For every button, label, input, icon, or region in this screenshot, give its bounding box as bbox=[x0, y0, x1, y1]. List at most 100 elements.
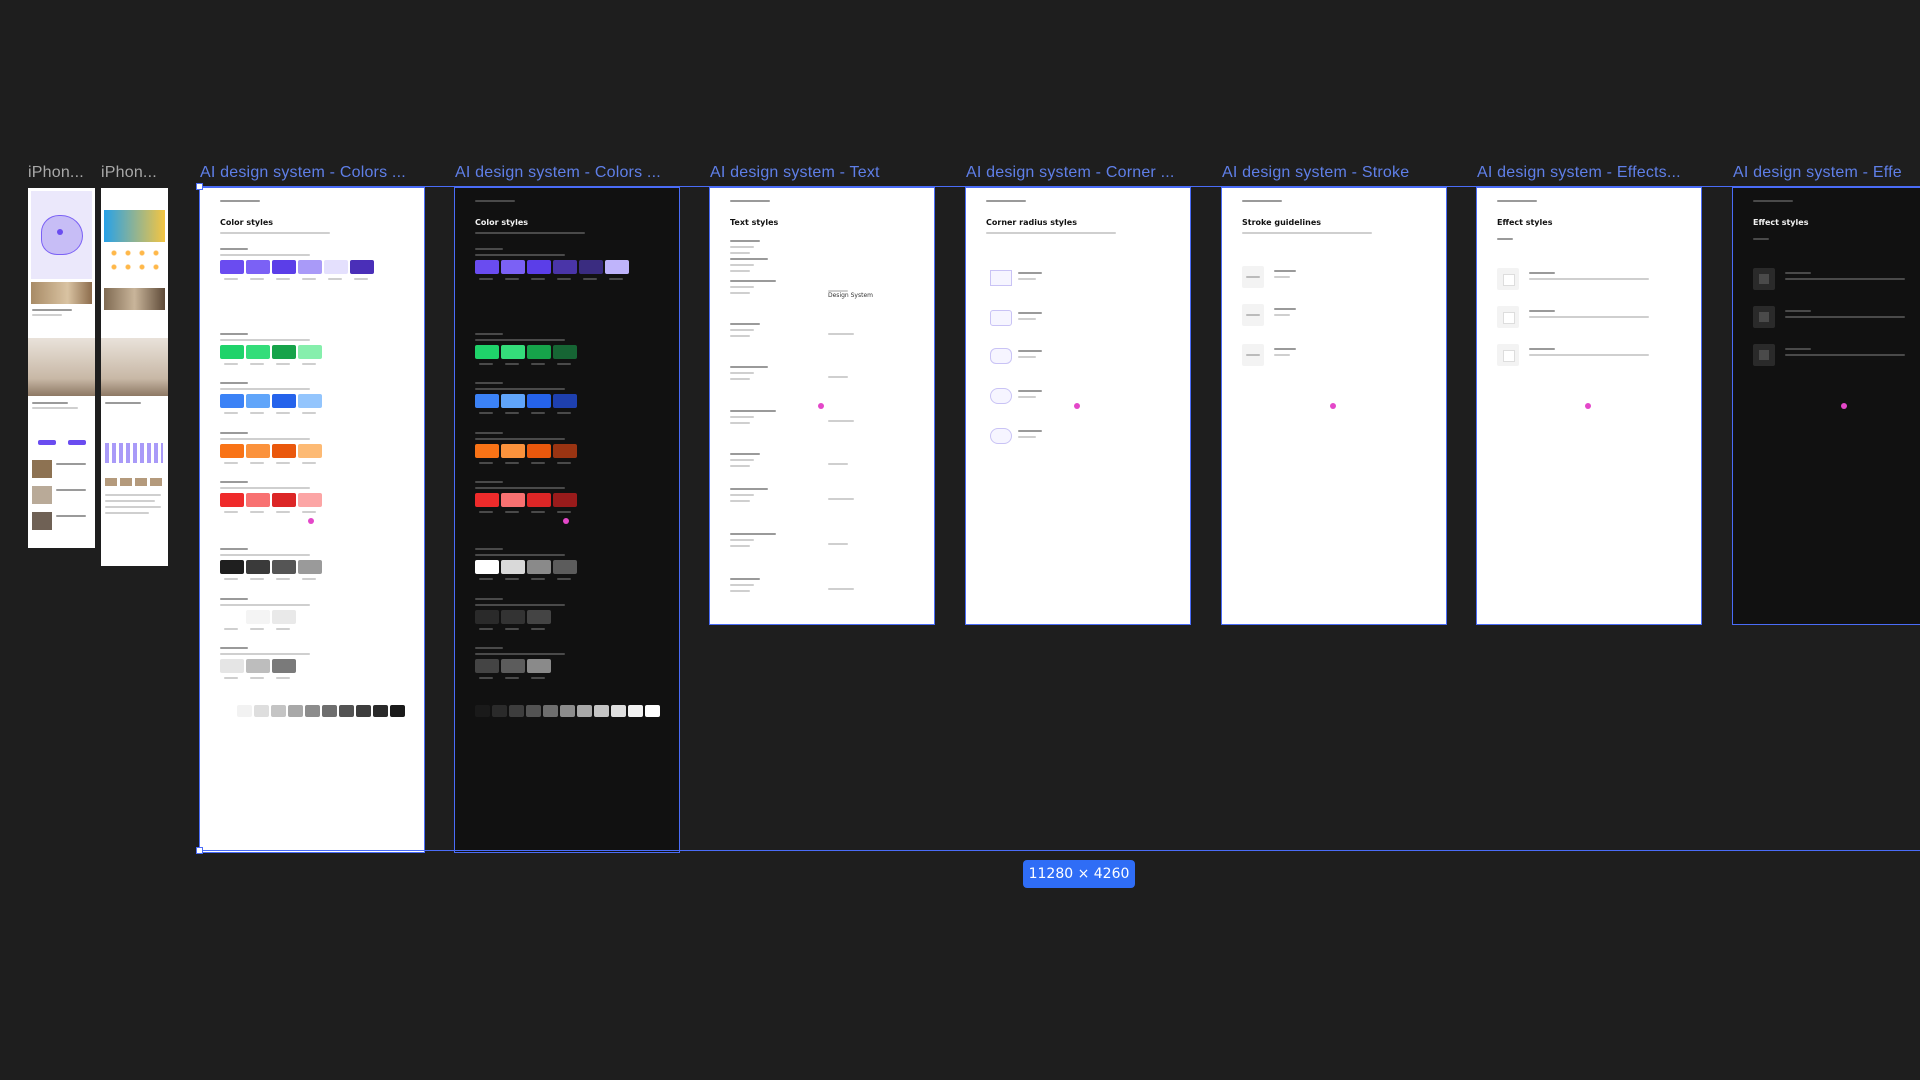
frame-text[interactable]: Text styles Design System bbox=[709, 187, 935, 625]
text-style-sample bbox=[828, 333, 854, 335]
text-style-spec bbox=[730, 459, 754, 461]
color-swatch bbox=[553, 345, 577, 359]
text-style-sample bbox=[828, 376, 848, 378]
group-label bbox=[475, 598, 503, 600]
group-desc bbox=[475, 653, 565, 655]
pink-marker bbox=[1585, 403, 1591, 409]
property-photo bbox=[104, 288, 165, 310]
color-swatch bbox=[475, 260, 499, 274]
swatch-label bbox=[557, 578, 571, 580]
effect-style-spec bbox=[1785, 278, 1905, 280]
corner-radius-icon bbox=[990, 310, 1012, 326]
frame-effects-dark[interactable]: Effect styles bbox=[1732, 187, 1920, 625]
swatch-label bbox=[505, 278, 519, 280]
effect-preview-box bbox=[1753, 268, 1775, 290]
color-swatch bbox=[246, 493, 270, 507]
corner-style-desc bbox=[1018, 396, 1036, 398]
group-desc bbox=[475, 554, 565, 556]
text-style-spec bbox=[730, 372, 754, 374]
gray-scale-swatch bbox=[288, 705, 303, 717]
resize-handle[interactable] bbox=[196, 847, 203, 854]
map-thumbnail bbox=[31, 191, 92, 279]
text-style-name bbox=[730, 533, 776, 535]
frame-header-text bbox=[220, 200, 260, 202]
swatch-label bbox=[505, 628, 519, 630]
effect-style-spec bbox=[1785, 354, 1905, 356]
color-swatch bbox=[475, 610, 499, 624]
stroke-style-desc bbox=[1274, 276, 1290, 278]
iphone-frame-2[interactable] bbox=[101, 188, 168, 566]
stroke-line bbox=[1246, 276, 1260, 278]
frame-label-iphone-1[interactable]: iPhon... bbox=[28, 164, 90, 182]
group-label bbox=[220, 333, 248, 335]
text-style-name bbox=[730, 366, 768, 368]
frame-colors-dark[interactable]: Color styles bbox=[454, 187, 680, 853]
color-swatch bbox=[272, 260, 296, 274]
swatch-label bbox=[531, 578, 545, 580]
color-swatch bbox=[605, 260, 629, 274]
frame-title: Text styles bbox=[730, 218, 779, 227]
pill-button[interactable] bbox=[38, 440, 56, 445]
pink-marker bbox=[1330, 403, 1336, 409]
group-label bbox=[475, 548, 503, 550]
color-swatch bbox=[527, 610, 551, 624]
frame-stroke[interactable]: Stroke guidelines bbox=[1221, 187, 1447, 625]
color-swatch bbox=[246, 560, 270, 574]
photo-strip bbox=[105, 478, 163, 486]
property-photo bbox=[31, 282, 92, 304]
frame-colors-light[interactable]: Color styles bbox=[199, 187, 425, 853]
text-style-spec bbox=[730, 378, 750, 380]
pill-button[interactable] bbox=[68, 440, 86, 445]
swatch-label bbox=[505, 677, 519, 679]
frame-label-text[interactable]: AI design system - Text bbox=[710, 164, 935, 182]
gray-scale-swatch bbox=[611, 705, 626, 717]
text-style-sample bbox=[828, 543, 848, 545]
frame-subtitle bbox=[986, 232, 1116, 234]
text-style-spec bbox=[730, 416, 754, 418]
frame-label-iphone-2[interactable]: iPhon... bbox=[101, 164, 163, 182]
swatch-label bbox=[479, 462, 493, 464]
color-swatch bbox=[501, 444, 525, 458]
frame-label-effects-light[interactable]: AI design system - Effects... bbox=[1477, 164, 1702, 182]
stroke-line bbox=[1246, 354, 1260, 356]
iphone-frame-1[interactable] bbox=[28, 188, 95, 548]
gray-scale-swatch bbox=[543, 705, 558, 717]
frame-label-effects-dark[interactable]: AI design system - Effe bbox=[1733, 164, 1920, 182]
group-label bbox=[220, 548, 248, 550]
color-swatch bbox=[220, 610, 244, 624]
text-line bbox=[105, 506, 161, 508]
swatch-label bbox=[250, 412, 264, 414]
corner-radius-icon bbox=[990, 428, 1012, 444]
text-style-spec bbox=[730, 422, 750, 424]
swatch-label bbox=[276, 412, 290, 414]
frame-label-stroke[interactable]: AI design system - Stroke bbox=[1222, 164, 1447, 182]
effect-preview-box bbox=[1753, 306, 1775, 328]
gray-scale-swatch bbox=[322, 705, 337, 717]
frame-title: Corner radius styles bbox=[986, 218, 1077, 227]
gray-scale-swatch bbox=[254, 705, 269, 717]
frame-corner[interactable]: Corner radius styles bbox=[965, 187, 1191, 625]
effect-style-spec bbox=[1529, 278, 1649, 280]
effect-preview-inner bbox=[1759, 350, 1769, 360]
frame-label-colors-dark[interactable]: AI design system - Colors ... bbox=[455, 164, 680, 182]
color-swatch bbox=[553, 260, 577, 274]
group-label bbox=[475, 432, 503, 434]
color-swatch bbox=[246, 345, 270, 359]
frame-effects-light[interactable]: Effect styles bbox=[1476, 187, 1702, 625]
group-label bbox=[220, 432, 248, 434]
frame-title: Effect styles bbox=[1753, 218, 1809, 227]
gray-scale-swatch bbox=[577, 705, 592, 717]
swatch-label bbox=[250, 363, 264, 365]
swatch-label bbox=[276, 511, 290, 513]
figma-canvas[interactable]: iPhon... iPhon... AI design system - Col… bbox=[0, 0, 1920, 1080]
effect-preview-box bbox=[1753, 344, 1775, 366]
frame-label-colors-light[interactable]: AI design system - Colors ... bbox=[200, 164, 425, 182]
frame-label-corner[interactable]: AI design system - Corner ... bbox=[966, 164, 1191, 182]
text-line bbox=[56, 489, 86, 491]
color-swatch bbox=[272, 394, 296, 408]
text-style-name bbox=[730, 258, 768, 260]
swatch-label bbox=[557, 511, 571, 513]
group-desc bbox=[475, 604, 565, 606]
resize-handle[interactable] bbox=[196, 183, 203, 190]
swatch-label bbox=[250, 278, 264, 280]
